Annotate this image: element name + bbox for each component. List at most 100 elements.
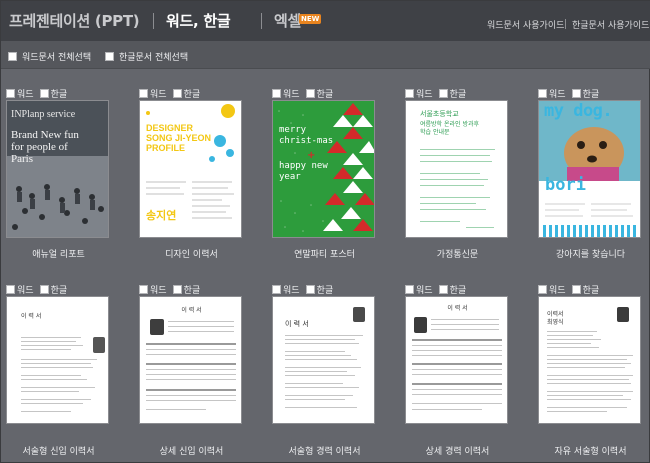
hangul-guide-link[interactable]: 한글문서 사용가이드 [572,18,649,31]
hangul-label: 한글 [582,286,600,296]
avatar [353,307,365,322]
word-checkbox[interactable] [405,89,414,98]
card-title[interactable]: 서술형 신입 이력서 [0,444,121,457]
thumbnail-home-letter[interactable]: 서울초등학교 여름방학 온라인 방과후학습 안내문 [405,100,508,238]
hangul-checkbox[interactable] [39,285,49,294]
avatar [617,307,629,322]
word-label: 워드 [416,286,433,296]
hangul-label: 한글 [50,286,68,296]
thumb-dogname: bori [545,175,586,195]
hangul-checkbox[interactable] [172,89,182,98]
hangul-checkbox[interactable] [39,89,49,98]
word-checkbox[interactable] [538,285,547,294]
hangul-label: 한글 [449,90,467,100]
card-title[interactable]: 애뉴얼 리포트 [0,247,121,260]
avatar [150,319,164,335]
hangul-label: 한글 [183,90,201,100]
card-title[interactable]: 상세 경력 이력서 [395,444,520,457]
select-all-bar: 워드문서 전체선택 한글문서 전체선택 [1,41,650,69]
select-all-hangul[interactable]: 한글문서 전체선택 [105,50,188,63]
format-options: 워드 한글 [6,283,67,296]
tab-excel[interactable]: 엑셀 [274,10,301,31]
format-options: 워드 한글 [405,283,466,296]
card-title[interactable]: 디자인 이력서 [129,247,254,260]
select-all-word[interactable]: 워드문서 전체선택 [8,50,91,63]
select-all-word-label: 워드문서 전체선택 [22,53,92,63]
format-options: 워드 한글 [405,87,466,100]
thumb-happy: happy new year [279,161,328,182]
hangul-label: 한글 [449,286,467,296]
word-label: 워드 [283,90,300,100]
card-title[interactable]: 가정통신문 [395,247,520,260]
word-label: 워드 [150,286,167,296]
card-title[interactable]: 자유 서술형 이력서 [528,444,650,457]
hangul-checkbox[interactable] [571,285,581,294]
thumbnail-resume-3[interactable]: 이 력 서 [272,296,375,424]
thumb-resume-title: 이 력 서 [21,313,42,320]
word-label: 워드 [17,286,34,296]
thumb-school: 서울초등학교 [420,110,459,118]
word-checkbox[interactable] [6,89,15,98]
word-checkbox[interactable] [272,285,281,294]
hangul-checkbox[interactable] [438,285,448,294]
thumbnail-lost-dog[interactable]: my dog. bori [538,100,641,238]
thumbnail-design-resume[interactable]: DESIGNER SONG JI-YEON PROFILE 송지연 [139,100,242,238]
thumbnail-party-poster[interactable]: merry christ-mas + happy new year [272,100,375,238]
hangul-checkbox[interactable] [571,89,581,98]
tab-word-hangul[interactable]: 워드, 한글 [166,10,231,31]
word-checkbox[interactable] [405,285,414,294]
thumbnail-resume-2[interactable]: 이 력 서 [139,296,242,424]
word-label: 워드 [549,286,566,296]
thumb-headline: INPlanp service [11,109,76,120]
card-title[interactable]: 연말파티 포스터 [262,247,387,260]
word-label: 워드 [416,90,433,100]
thumbnail-annual-report[interactable]: INPlanp service Brand New fun for people… [6,100,109,238]
thumb-korean-name: 송지연 [146,209,177,222]
thumb-mydog: my dog. [544,101,613,121]
hangul-checkbox[interactable] [305,89,315,98]
avatar [93,337,105,353]
card-title[interactable]: 상세 신입 이력서 [129,444,254,457]
thumb-designer: DESIGNER [146,123,194,133]
thumb-subhead: Brand New fun for people of Paris [11,129,79,165]
word-checkbox[interactable] [6,285,15,294]
thumbnail-resume-5[interactable]: 이력서 최영식 [538,296,641,424]
hangul-label: 한글 [582,90,600,100]
card-title[interactable]: 강아지를 찾습니다 [528,247,650,260]
thumb-notice: 여름방학 온라인 방과후학습 안내문 [420,121,480,136]
top-nav-bar: 프레젠테이션 (PPT) 워드, 한글 엑셀 NEW 워드문서 사용가이드 한글… [1,1,650,41]
word-label: 워드 [549,90,566,100]
tab-presentation[interactable]: 프레젠테이션 (PPT) [9,10,140,31]
word-checkbox[interactable] [272,89,281,98]
thumb-resume-title: 이 력 서 [181,307,202,314]
word-label: 워드 [150,90,167,100]
select-all-hangul-checkbox[interactable] [105,52,114,61]
format-options: 워드 한글 [272,283,333,296]
thumb-name: SONG JI-YEON [146,133,212,143]
thumbnail-resume-1[interactable]: 이 력 서 [6,296,109,424]
crowd-photo [7,101,108,237]
hangul-checkbox[interactable] [305,285,315,294]
select-all-hangul-label: 한글문서 전체선택 [119,53,189,63]
thumbnail-resume-4[interactable]: 이 력 서 [405,296,508,424]
guide-divider [565,19,566,29]
word-checkbox[interactable] [139,285,148,294]
format-options: 워드 한글 [139,283,200,296]
format-options: 워드 한글 [272,87,333,100]
hangul-checkbox[interactable] [438,89,448,98]
thumb-resume-title: 이 력 서 [447,305,468,312]
card-title[interactable]: 서술형 경력 이력서 [262,444,387,457]
tab-divider [261,13,262,29]
hangul-label: 한글 [316,286,334,296]
word-checkbox[interactable] [538,89,547,98]
thumb-merry: merry christ-mas [279,125,334,146]
hangul-checkbox[interactable] [172,285,182,294]
tab-divider [153,13,154,29]
select-all-word-checkbox[interactable] [8,52,17,61]
word-guide-link[interactable]: 워드문서 사용가이드 [487,18,564,31]
hangul-label: 한글 [50,90,68,100]
dog-photo [539,101,640,237]
word-checkbox[interactable] [139,89,148,98]
thumb-profile: PROFILE [146,143,186,153]
word-label: 워드 [283,286,300,296]
